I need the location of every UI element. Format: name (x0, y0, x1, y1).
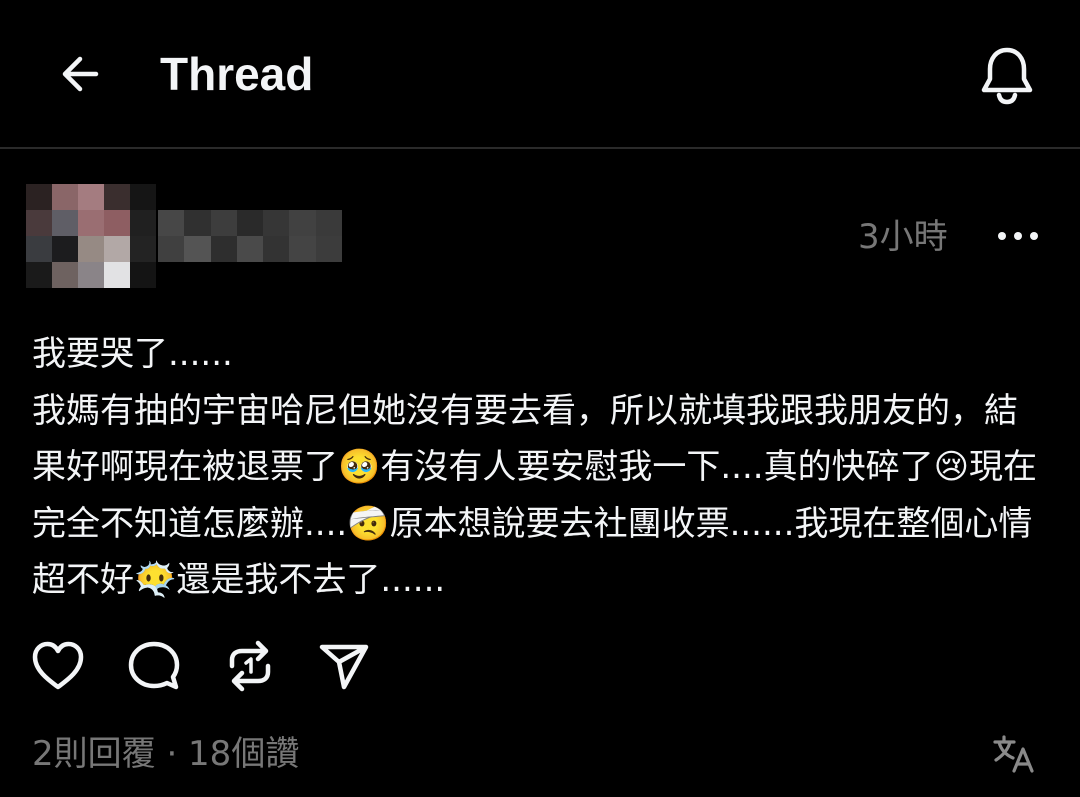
like-button[interactable] (28, 636, 88, 696)
redacted-pixel (158, 236, 185, 262)
reply-like-count[interactable]: 2則回覆 · 18個讚 (32, 728, 299, 780)
send-icon (319, 644, 369, 690)
more-horizontal-icon (998, 232, 1006, 240)
redacted-pixel (289, 236, 316, 262)
heart-icon (32, 641, 84, 690)
redacted-pixel (289, 210, 316, 236)
notifications-button[interactable] (972, 40, 1042, 110)
redacted-pixel (104, 236, 130, 262)
redacted-pixel (52, 262, 78, 288)
page-title: Thread (160, 48, 314, 100)
redacted-pixel (210, 210, 237, 236)
redacted-pixel (52, 210, 78, 236)
redacted-pixel (26, 184, 52, 210)
redacted-pixel (26, 262, 52, 288)
redacted-pixel (78, 210, 104, 236)
redacted-pixel (52, 236, 78, 262)
top-bar: Thread (0, 0, 1080, 147)
avatar[interactable] (26, 184, 156, 288)
redacted-pixel (184, 236, 211, 262)
arrow-left-icon (62, 56, 99, 92)
translate-icon (993, 735, 1034, 773)
header-divider (0, 147, 1080, 149)
redacted-pixel (236, 236, 264, 262)
more-options-button[interactable] (990, 214, 1046, 258)
redacted-pixel (78, 236, 104, 262)
redacted-pixel (315, 236, 343, 262)
comment-icon (128, 641, 180, 690)
back-button[interactable] (50, 44, 110, 104)
redacted-pixel (52, 184, 78, 210)
redacted-pixel (104, 210, 130, 236)
post-body: 我要哭了...... 我媽有抽的宇宙哈尼但她沒有要去看，所以就填我跟我朋友的，結… (32, 334, 1038, 600)
redacted-pixel (78, 262, 104, 288)
redacted-pixel (130, 262, 156, 288)
redacted-pixel (236, 210, 264, 236)
repost-icon (229, 640, 271, 692)
reply-button[interactable] (124, 636, 184, 696)
share-button[interactable] (314, 636, 374, 696)
redacted-pixel (130, 210, 156, 236)
repost-button[interactable] (220, 636, 280, 696)
redacted-pixel (263, 236, 290, 262)
redacted-pixel (315, 210, 343, 236)
redacted-pixel (130, 184, 156, 210)
redacted-pixel (104, 184, 130, 210)
redacted-pixel (26, 236, 52, 262)
translate-button[interactable] (988, 728, 1040, 780)
redacted-pixel (184, 210, 211, 236)
redacted-pixel (26, 210, 52, 236)
post-timestamp: 3小時 (858, 217, 948, 257)
action-bar (28, 636, 388, 696)
redacted-pixel (78, 184, 104, 210)
redacted-pixel (130, 236, 156, 262)
redacted-pixel (263, 210, 290, 236)
username-redacted[interactable] (158, 210, 343, 262)
redacted-pixel (158, 210, 185, 236)
bell-icon (981, 47, 1033, 105)
redacted-pixel (104, 262, 130, 288)
redacted-pixel (210, 236, 237, 262)
